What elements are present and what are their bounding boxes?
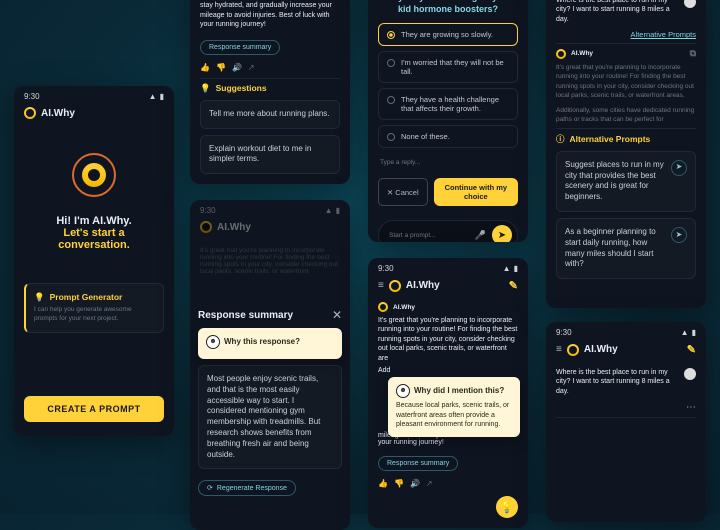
popover-title: Why did I mention this?	[414, 386, 504, 397]
greeting-line-2: Let's start a conversation.	[28, 227, 160, 251]
user-message: Where is the best place to run in my cit…	[556, 368, 678, 396]
bot-icon: ☻	[396, 384, 410, 398]
pg-subtitle: I can help you generate awesome prompts …	[34, 306, 155, 324]
suggestion-item[interactable]: Tell me more about running plans.	[200, 100, 340, 129]
screen-conversation: 9:30▲▮ ≡ AI.Why ✎ Where is the best plac…	[546, 322, 706, 522]
option-label: None of these.	[401, 132, 450, 141]
regenerate-label: Regenerate Response	[217, 485, 287, 492]
edit-icon[interactable]: ✎	[509, 279, 518, 292]
hero-logo	[72, 153, 116, 197]
speaker-icon[interactable]: 🔊	[232, 63, 242, 72]
status-bar: 9:30 ▲▮	[14, 86, 174, 103]
assistant-message: It's great that you're planning to incor…	[378, 316, 518, 363]
user-avatar	[684, 0, 696, 8]
thumbs-up-icon[interactable]: 👍	[200, 63, 210, 72]
reply-input[interactable]: Type a reply...	[378, 153, 518, 172]
response-summary-chip[interactable]: Response summary	[378, 456, 458, 471]
menu-icon[interactable]: ≡	[556, 344, 562, 355]
alt-prompt-item[interactable]: As a beginner planning to start daily ru…	[556, 218, 696, 279]
modal-layer: Response summary ✕ ☻ Why this response? M…	[190, 200, 350, 530]
why-response-title: Why this response?	[224, 337, 300, 348]
brand-icon	[567, 344, 579, 356]
status-icons: ▲▮	[146, 92, 164, 101]
clock: 9:30	[24, 92, 40, 101]
cancel-label: Cancel	[395, 188, 418, 197]
question-title: Why do you want to give your kid hormone…	[384, 0, 512, 15]
brand-name: AI.Why	[406, 280, 440, 291]
refresh-icon: ⟳	[207, 484, 213, 492]
continue-button[interactable]: Continue with my choice	[434, 178, 518, 206]
prompt-input[interactable]: Start a prompt...	[389, 232, 469, 239]
brand-icon	[389, 280, 401, 292]
alt-text: As a beginner planning to start daily ru…	[565, 227, 665, 270]
add-line: Add	[378, 367, 518, 374]
lightbulb-icon: 💡	[34, 292, 45, 303]
brand-name: AI.Why	[41, 108, 75, 119]
response-summary-chip[interactable]: Response summary	[200, 40, 280, 55]
option-2[interactable]: I'm worried that they will not be tall.	[378, 51, 518, 83]
screen-alt-prompts: Where is the best place to run in my cit…	[546, 0, 706, 308]
send-icon[interactable]: ➤	[671, 227, 687, 243]
screen-welcome: 9:30 ▲▮ AI.Why Hi! I'm AI.Why. Let's sta…	[14, 86, 174, 436]
screen-question: Why do you want to give your kid hormone…	[368, 0, 528, 242]
assistant-message: Remember to invest in good running shoes…	[200, 0, 340, 30]
alt-text: Suggest places to run in my city that pr…	[565, 160, 665, 203]
modal-title: Response summary	[198, 310, 293, 321]
assistant-blurred: It's great that you're planning to incor…	[556, 63, 696, 99]
info-icon: ⓘ	[556, 133, 565, 145]
alt-title: Alternative Prompts	[570, 134, 651, 144]
send-button[interactable]: ➤	[492, 225, 512, 242]
speaker-icon[interactable]: 🔊	[410, 479, 420, 488]
suggestion-fab[interactable]: 💡	[496, 496, 518, 518]
copy-icon[interactable]: ⧉	[690, 48, 696, 59]
prompt-generator-card[interactable]: 💡 Prompt Generator I can help you genera…	[24, 283, 164, 333]
option-label: They have a health challenge that affect…	[401, 95, 509, 113]
option-1[interactable]: They are growing so slowly.	[378, 23, 518, 46]
more-icon[interactable]: ⋯	[556, 402, 696, 413]
clock: 9:30	[378, 264, 394, 273]
why-popover: ☻ Why did I mention this? Because local p…	[388, 377, 520, 436]
app-header: AI.Why	[14, 103, 174, 125]
edit-icon[interactable]: ✎	[687, 343, 696, 356]
suggestions-title: Suggestions	[216, 83, 267, 93]
create-prompt-button[interactable]: CREATE A PROMPT	[24, 396, 164, 422]
close-icon[interactable]: ✕	[332, 308, 342, 322]
pg-title: Prompt Generator	[50, 292, 123, 303]
mic-icon[interactable]: 🎤	[475, 230, 486, 241]
thumbs-down-icon[interactable]: 👎	[394, 479, 404, 488]
send-icon[interactable]: ➤	[671, 160, 687, 176]
summary-body: Most people enjoy scenic trails, and tha…	[198, 365, 342, 469]
screen-response-summary: 9:30▲▮ AI.Why It's great that you're pla…	[190, 200, 350, 530]
share-icon[interactable]: ↗	[248, 63, 255, 72]
user-message: Where is the best place to run in my cit…	[556, 0, 678, 24]
greeting-line-1: Hi! I'm AI.Why.	[28, 215, 160, 227]
bot-icon: ☻	[206, 335, 220, 349]
alt-prompts-link[interactable]: Alternative Prompts	[556, 30, 696, 39]
thumbs-up-icon[interactable]: 👍	[378, 479, 388, 488]
user-avatar	[684, 368, 696, 380]
thumbs-down-icon[interactable]: 👎	[216, 63, 226, 72]
sender-label: AI.Why	[571, 50, 593, 57]
message-actions: 👍 👎 🔊 ↗	[200, 61, 340, 74]
cancel-button[interactable]: ✕Cancel	[378, 178, 428, 206]
alt-prompt-item[interactable]: Suggest places to run in my city that pr…	[556, 151, 696, 212]
menu-icon[interactable]: ≡	[378, 280, 384, 291]
option-label: They are growing so slowly.	[401, 30, 493, 39]
assistant-blurred: Additionally, some cities have dedicated…	[556, 106, 696, 124]
sender-label: AI.Why	[393, 304, 415, 311]
screen-suggestions: Remember to invest in good running shoes…	[190, 0, 350, 184]
popover-body: Because local parks, scenic trails, or w…	[396, 401, 512, 429]
option-3[interactable]: They have a health challenge that affect…	[378, 88, 518, 120]
option-4[interactable]: None of these.	[378, 125, 518, 148]
brand-icon	[24, 107, 36, 119]
lightbulb-icon: 💡	[200, 83, 211, 94]
screen-inline-why: 9:30▲▮ ≡ AI.Why ✎ AI.Why It's great that…	[368, 258, 528, 528]
clock: 9:30	[556, 328, 572, 337]
share-icon[interactable]: ↗	[426, 479, 433, 488]
regenerate-button[interactable]: ⟳ Regenerate Response	[198, 480, 296, 496]
suggestion-item[interactable]: Explain workout diet to me in simpler te…	[200, 135, 340, 175]
option-label: I'm worried that they will not be tall.	[401, 58, 509, 76]
brand-name: AI.Why	[584, 344, 618, 355]
